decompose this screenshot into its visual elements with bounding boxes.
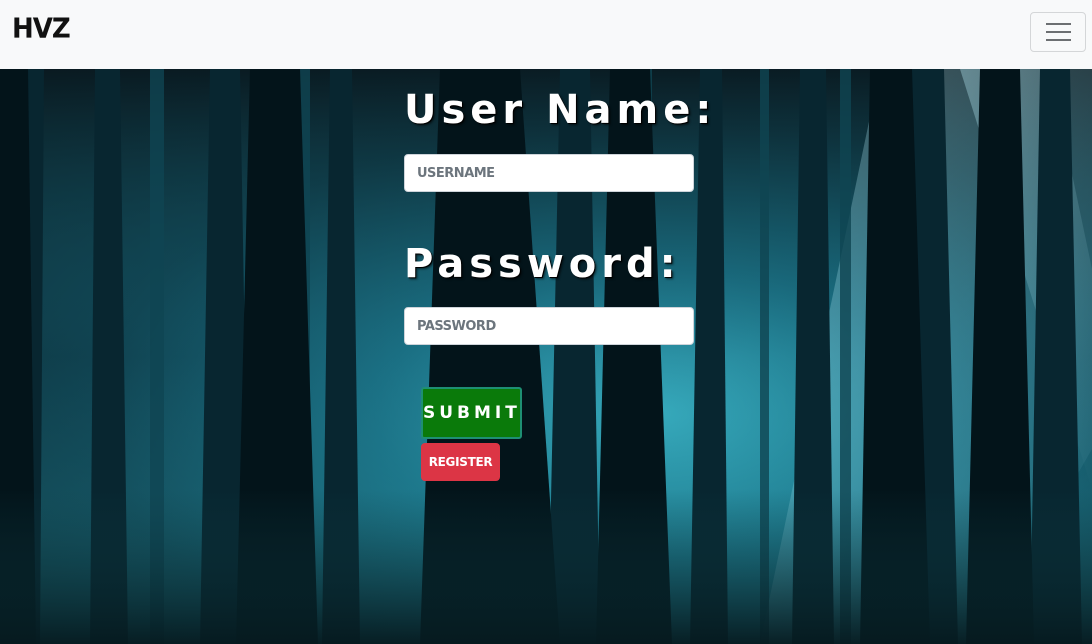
navbar: HVZ: [0, 0, 1092, 69]
password-input[interactable]: [404, 307, 694, 345]
hamburger-menu-icon: [1046, 23, 1071, 42]
username-label: User Name:: [404, 87, 717, 133]
brand-logo[interactable]: HVZ: [12, 13, 71, 45]
submit-button[interactable]: SUBMIT: [421, 387, 522, 439]
register-button[interactable]: REGISTER: [421, 443, 500, 481]
username-input[interactable]: [404, 154, 694, 192]
login-section: User Name: Password: SUBMIT REGISTER: [0, 69, 1092, 644]
password-label: Password:: [404, 241, 681, 287]
navbar-toggler-button[interactable]: [1030, 12, 1086, 52]
